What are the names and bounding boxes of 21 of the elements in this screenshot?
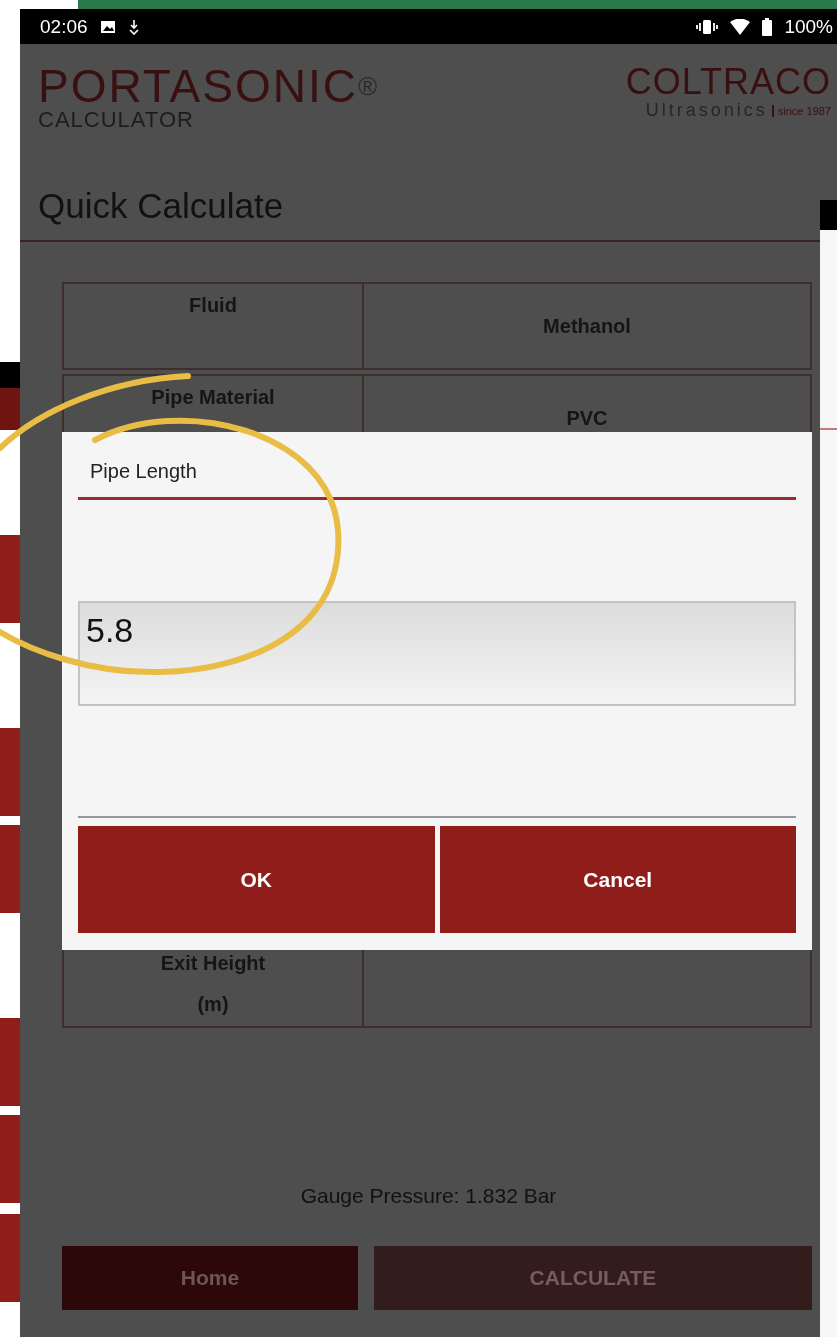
vibrate-icon xyxy=(696,17,719,36)
partner-logo: COLTRACO xyxy=(625,64,831,100)
dialog-title: Pipe Length xyxy=(78,460,796,500)
battery-icon xyxy=(762,17,773,36)
dialog-button[interactable]: OK xyxy=(78,826,435,933)
row-label: Pipe Material xyxy=(151,386,275,409)
row-label: Exit Height xyxy=(160,952,266,975)
status-time: 02:06 xyxy=(40,15,88,38)
download-icon xyxy=(127,18,140,35)
table-cell-text: PVC xyxy=(565,405,609,431)
result-text: Gauge Pressure: 1.832 Bar xyxy=(299,1184,558,1208)
row-label: Fluid xyxy=(189,294,237,317)
wifi-icon xyxy=(730,18,751,35)
image-icon xyxy=(99,18,116,35)
row-label: (m) xyxy=(197,993,229,1016)
dialog-button[interactable]: Cancel xyxy=(439,826,796,933)
input-field[interactable]: 5.8 xyxy=(78,601,796,706)
brand-logo: PORTASONIC® xyxy=(38,64,380,108)
table-cell-text: Methanol xyxy=(542,313,632,339)
battery-level: 100% xyxy=(784,15,833,38)
partner-since: since 1987 xyxy=(771,104,831,117)
